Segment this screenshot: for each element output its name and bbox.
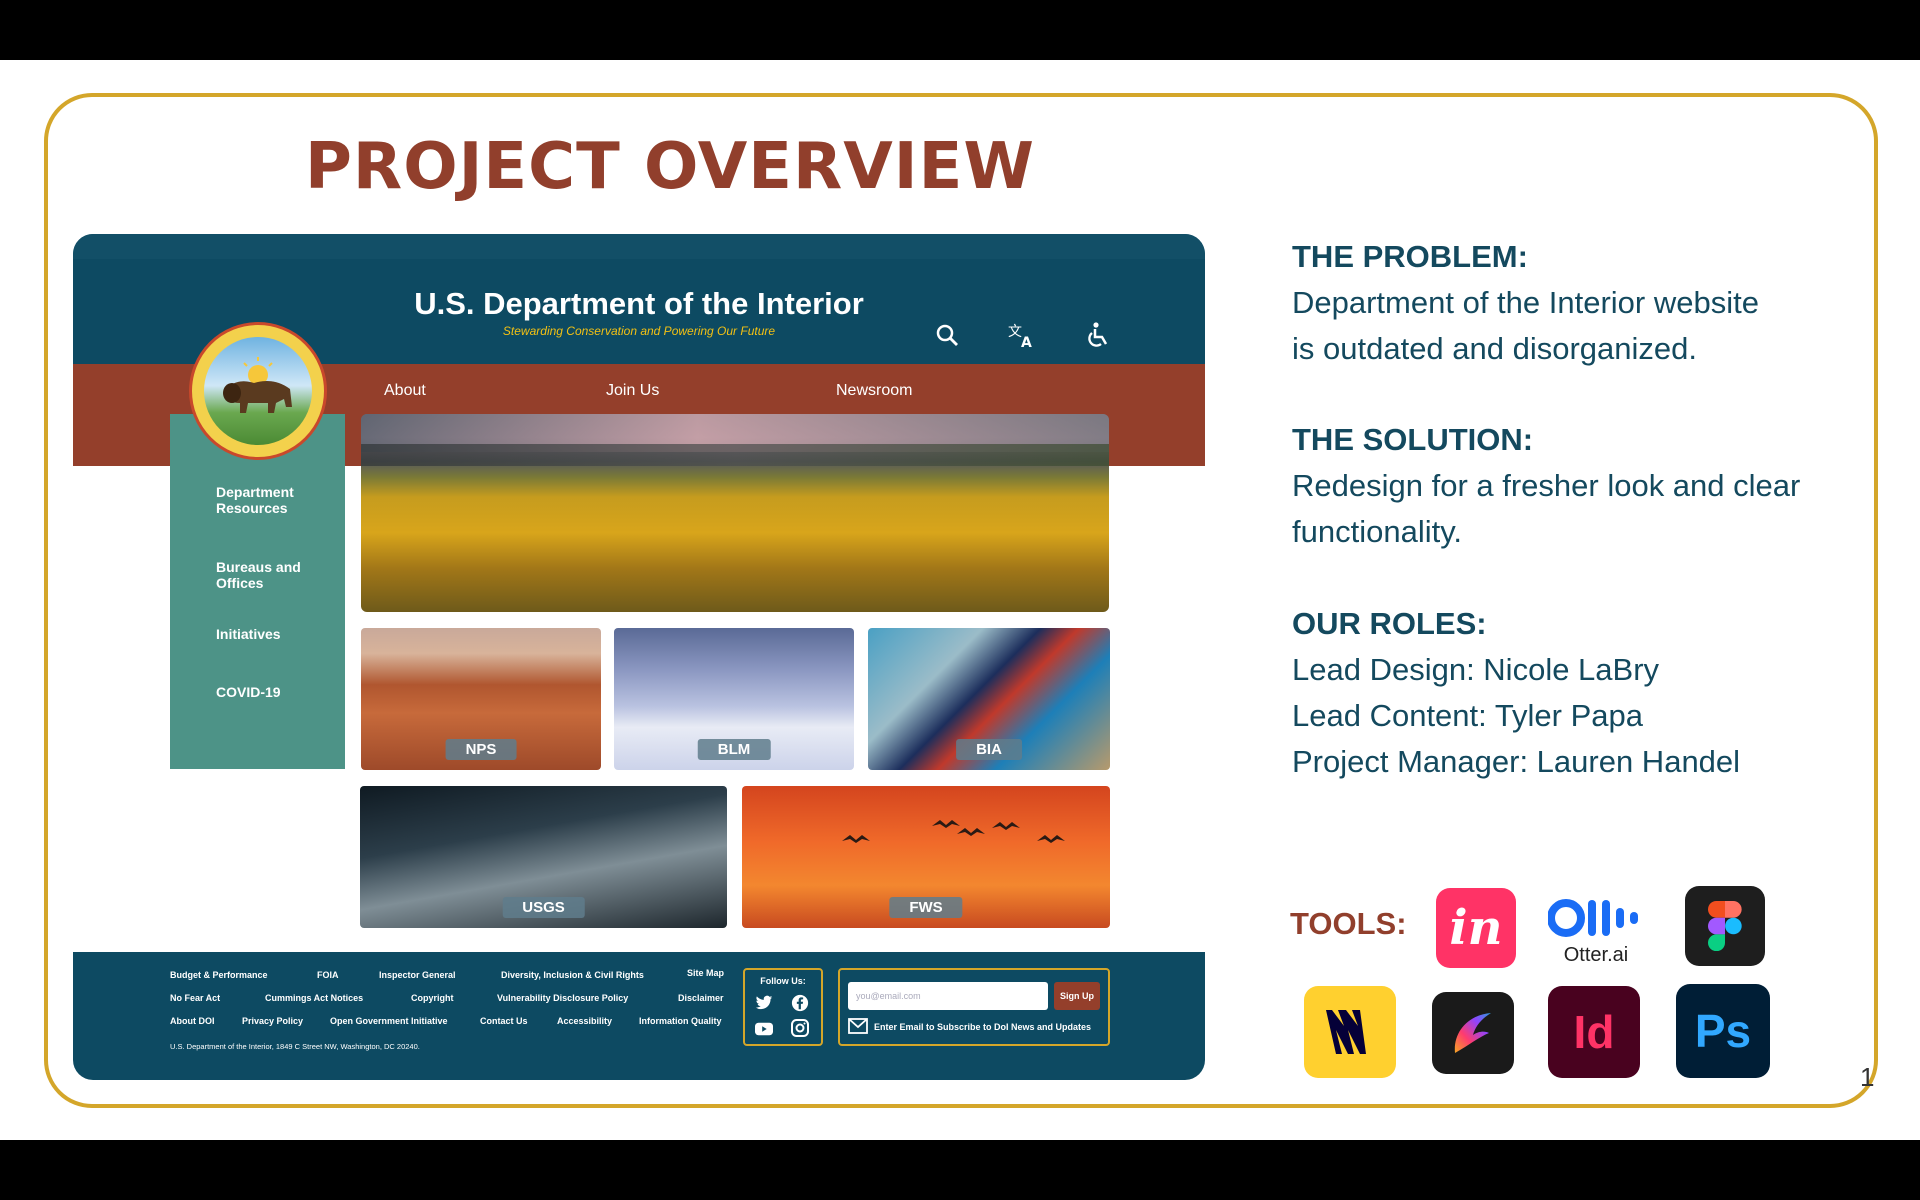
miro-icon [1304, 986, 1396, 1078]
mail-icon [848, 1018, 868, 1034]
invision-icon: in [1436, 888, 1516, 968]
tile-label-bia: BIA [956, 739, 1022, 760]
tile-fws[interactable]: FWS [742, 786, 1110, 928]
sidebar-item-initiatives[interactable]: Initiatives [216, 626, 336, 642]
nav-newsroom[interactable]: Newsroom [836, 382, 912, 400]
footer-link[interactable]: Vulnerability Disclosure Policy [497, 993, 628, 1003]
footer-link[interactable]: Diversity, Inclusion & Civil Rights [501, 970, 644, 980]
facebook-icon[interactable] [791, 994, 809, 1012]
roles-heading: OUR ROLES: [1292, 606, 1487, 641]
otter-ai-icon: Otter.ai [1546, 886, 1646, 976]
svg-text:文: 文 [1008, 324, 1022, 340]
footer-link[interactable]: About DOI [170, 1016, 215, 1026]
sign-up-button[interactable]: Sign Up [1054, 982, 1100, 1010]
photoshop-icon: Ps [1676, 984, 1770, 1078]
procreate-icon [1432, 992, 1514, 1074]
tile-nps[interactable]: NPS [361, 628, 601, 770]
footer-address: U.S. Department of the Interior, 1849 C … [170, 1042, 420, 1051]
role-project-manager: Project Manager: Lauren Handel [1292, 744, 1741, 779]
twitter-icon[interactable] [755, 994, 773, 1012]
indesign-icon: Id [1548, 986, 1640, 1078]
page-title: PROJECT OVERVIEW [305, 130, 1035, 204]
svg-text:A: A [1021, 335, 1032, 348]
footer-link[interactable]: Accessibility [557, 1016, 612, 1026]
sidebar-item-covid-19[interactable]: COVID-19 [216, 684, 336, 700]
follow-us-box: Follow Us: [743, 968, 823, 1046]
nav-about[interactable]: About [384, 382, 426, 400]
solution-line-1: Redesign for a fresher look and clear [1292, 468, 1801, 503]
solution-heading: THE SOLUTION: [1292, 422, 1534, 457]
email-field[interactable] [848, 982, 1048, 1010]
tools-label: TOOLS: [1290, 906, 1407, 941]
sidebar-item-department-resources[interactable]: Department Resources [216, 484, 336, 516]
subscribe-text: Enter Email to Subscribe to DoI News and… [874, 1022, 1092, 1032]
accessibility-icon[interactable] [1084, 320, 1114, 350]
tile-bia[interactable]: BIA [868, 628, 1110, 770]
footer-link[interactable]: Site Map [687, 968, 724, 978]
sidebar: Department Resources Bureaus and Offices… [170, 414, 345, 769]
newsletter-signup: Sign Up Enter Email to Subscribe to DoI … [838, 968, 1110, 1046]
doi-seal-logo[interactable] [189, 322, 327, 460]
youtube-icon[interactable] [755, 1020, 773, 1038]
instagram-icon[interactable] [791, 1019, 809, 1037]
website-mockup: U.S. Department of the Interior Stewardi… [73, 234, 1205, 1080]
problem-line-2: is outdated and disorganized. [1292, 331, 1698, 366]
role-lead-design: Lead Design: Nicole LaBry [1292, 652, 1660, 687]
footer-link[interactable]: No Fear Act [170, 993, 220, 1003]
tile-label-fws: FWS [889, 897, 963, 918]
nav-join-us[interactable]: Join Us [606, 382, 659, 400]
footer-link[interactable]: Cummings Act Notices [265, 993, 363, 1003]
tile-label-blm: BLM [697, 739, 771, 760]
sidebar-item-bureaus-and-offices[interactable]: Bureaus and Offices [216, 559, 336, 591]
tile-usgs[interactable]: USGS [360, 786, 727, 928]
page-number: 1 [1860, 1062, 1875, 1092]
figma-icon [1685, 886, 1765, 966]
search-icon[interactable] [932, 320, 962, 350]
problem-line-1: Department of the Interior website [1292, 285, 1759, 320]
footer-link[interactable]: Copyright [411, 993, 454, 1003]
footer-link[interactable]: Information Quality [639, 1016, 722, 1026]
translate-icon[interactable]: 文A [1007, 320, 1037, 350]
hero-image-wildflowers [361, 414, 1109, 612]
tile-label-nps: NPS [445, 739, 517, 760]
footer-link[interactable]: Budget & Performance [170, 970, 268, 980]
tile-label-usgs: USGS [502, 897, 585, 918]
problem-heading: THE PROBLEM: [1292, 239, 1528, 274]
mockup-footer: Budget & Performance FOIA Inspector Gene… [73, 952, 1205, 1080]
footer-link[interactable]: FOIA [317, 970, 339, 980]
footer-link[interactable]: Inspector General [379, 970, 456, 980]
role-lead-content: Lead Content: Tyler Papa [1292, 698, 1644, 733]
bison-icon [223, 357, 292, 413]
solution-line-2: functionality. [1292, 514, 1463, 549]
follow-us-label: Follow Us: [760, 976, 806, 986]
site-title[interactable]: U.S. Department of the Interior [73, 286, 1205, 322]
footer-link[interactable]: Disclaimer [678, 993, 724, 1003]
slide: PROJECT OVERVIEW U.S. Department of the … [0, 60, 1920, 1140]
footer-link[interactable]: Contact Us [480, 1016, 528, 1026]
tile-blm[interactable]: BLM [614, 628, 854, 770]
footer-link[interactable]: Privacy Policy [242, 1016, 303, 1026]
footer-link[interactable]: Open Government Initiative [330, 1016, 448, 1026]
